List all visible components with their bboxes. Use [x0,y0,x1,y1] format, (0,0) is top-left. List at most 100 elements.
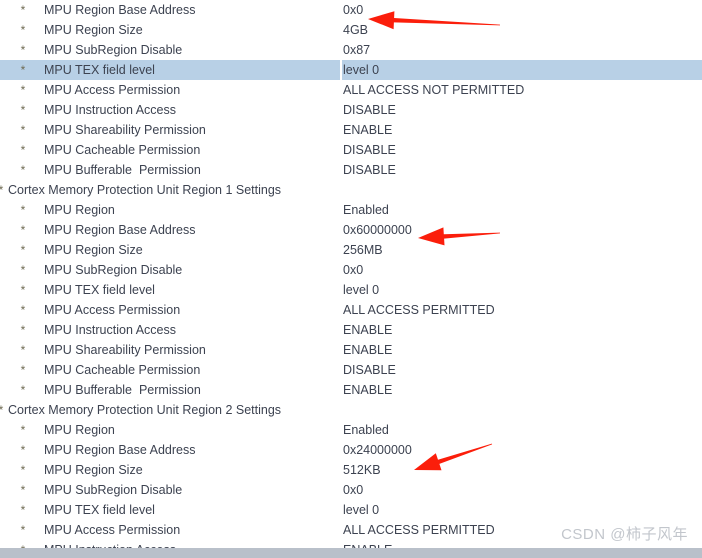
bullet-icon: * [20,63,26,77]
bullet-icon: * [20,303,26,317]
setting-label: MPU Region Base Address [44,3,196,17]
setting-value[interactable]: ENABLE [343,120,392,140]
setting-row[interactable]: * MPU SubRegion Disable 0x0 [0,260,702,280]
setting-row[interactable]: * MPU Bufferable Permission ENABLE [0,380,702,400]
setting-value[interactable]: 0x0 [343,260,363,280]
setting-value[interactable]: level 0 [343,500,379,520]
setting-label: MPU Access Permission [44,523,181,537]
setting-row[interactable]: * MPU Region Base Address 0x60000000 [0,220,702,240]
setting-row[interactable]: * MPU Region Base Address 0x24000000 [0,440,702,460]
setting-value[interactable]: 0x24000000 [343,440,412,460]
bullet-icon: * [20,143,26,157]
bullet-icon: * [20,503,26,517]
setting-value[interactable]: DISABLE [343,160,396,180]
bullet-icon: * [0,180,8,200]
setting-value[interactable]: ENABLE [343,380,392,400]
setting-value[interactable]: level 0 [343,60,379,80]
setting-value[interactable]: 0x60000000 [343,220,412,240]
setting-row[interactable]: * MPU Region Enabled [0,420,702,440]
bullet-icon: * [20,203,26,217]
bullet-icon: * [20,523,26,537]
setting-value[interactable]: DISABLE [343,100,396,120]
setting-label: MPU Instruction Access [44,323,176,337]
setting-row[interactable]: * MPU Instruction Access DISABLE [0,100,702,120]
bullet-icon: * [20,363,26,377]
setting-value[interactable]: 4GB [343,20,368,40]
setting-label: MPU Instruction Access [44,103,176,117]
setting-label: MPU SubRegion Disable [44,483,183,497]
setting-value[interactable]: ALL ACCESS NOT PERMITTED [343,80,524,100]
setting-value[interactable]: ENABLE [343,320,392,340]
setting-row[interactable]: * MPU Region Size 512KB [0,460,702,480]
bullet-icon: * [20,323,26,337]
setting-label: MPU Region Base Address [44,443,196,457]
bottom-scroll-bar[interactable] [0,548,702,558]
setting-label: MPU Region [44,423,115,437]
setting-row[interactable]: * MPU Cacheable Permission DISABLE [0,140,702,160]
setting-label: MPU Cacheable Permission [44,143,201,157]
setting-row[interactable]: * MPU SubRegion Disable 0x87 [0,40,702,60]
setting-value[interactable]: 0x0 [343,480,363,500]
setting-value[interactable]: ALL ACCESS PERMITTED [343,300,495,320]
bullet-icon: * [20,423,26,437]
setting-value[interactable]: DISABLE [343,360,396,380]
setting-row[interactable]: * MPU Region Base Address 0x0 [0,0,702,20]
setting-label: MPU SubRegion Disable [44,43,183,57]
setting-label: MPU Access Permission [44,303,181,317]
setting-value[interactable]: Enabled [343,420,389,440]
setting-value[interactable]: 0x87 [343,40,370,60]
bullet-icon: * [20,483,26,497]
setting-row[interactable]: * MPU Access Permission ALL ACCESS PERMITT… [0,300,702,320]
bullet-icon: * [20,123,26,137]
setting-row[interactable]: * MPU SubRegion Disable 0x0 [0,480,702,500]
section-header-row[interactable]: *Cortex Memory Protection Unit Region 1 … [0,180,702,200]
setting-row[interactable]: * MPU Cacheable Permission DISABLE [0,360,702,380]
setting-label: MPU SubRegion Disable [44,263,183,277]
setting-value[interactable]: 0x0 [343,0,363,20]
setting-value[interactable]: DISABLE [343,140,396,160]
bullet-icon: * [0,400,8,420]
setting-row[interactable]: * MPU Access Permission ALL ACCESS NOT PER… [0,80,702,100]
setting-label: MPU Region Base Address [44,223,196,237]
setting-row[interactable]: * MPU Region Enabled [0,200,702,220]
bullet-icon: * [20,3,26,17]
bullet-icon: * [20,283,26,297]
setting-value[interactable]: Enabled [343,200,389,220]
setting-value[interactable]: 256MB [343,240,383,260]
column-divider [340,60,342,80]
bullet-icon: * [20,263,26,277]
setting-value[interactable]: ALL ACCESS PERMITTED [343,520,495,540]
setting-row[interactable]: * MPU Instruction Access ENABLE [0,320,702,340]
setting-value[interactable]: 512KB [343,460,381,480]
setting-label: MPU Access Permission [44,83,181,97]
setting-row[interactable]: * MPU Region Size 4GB [0,20,702,40]
setting-row[interactable]: * MPU Shareability Permission ENABLE [0,340,702,360]
bullet-icon: * [20,223,26,237]
setting-label: MPU TEX field level [44,283,155,297]
setting-row[interactable]: * MPU Shareability Permission ENABLE [0,120,702,140]
setting-label: MPU Region Size [44,23,143,37]
bullet-icon: * [20,103,26,117]
setting-label: MPU TEX field level [44,63,155,77]
bullet-icon: * [20,163,26,177]
setting-row[interactable]: * MPU Bufferable Permission DISABLE [0,160,702,180]
setting-label: MPU Region [44,203,115,217]
setting-row[interactable]: * MPU TEX field level level 0 [0,280,702,300]
setting-label: MPU Shareability Permission [44,343,206,357]
section-title: Cortex Memory Protection Unit Region 2 S… [8,403,282,417]
setting-value[interactable]: level 0 [343,280,379,300]
section-header-row[interactable]: *Cortex Memory Protection Unit Region 2 … [0,400,702,420]
setting-label: MPU Region Size [44,463,143,477]
mpu-settings-screen: * MPU Region Base Address 0x0 * MPU Region S… [0,0,702,558]
csdn-watermark: CSDN @柿子风年 [561,526,688,543]
setting-row[interactable]: * MPU TEX field level level 0 [0,500,702,520]
setting-label: MPU Shareability Permission [44,123,206,137]
setting-row[interactable]: * MPU Region Size 256MB [0,240,702,260]
setting-row[interactable]: * MPU TEX field level level 0 [0,60,702,80]
mpu-settings-list[interactable]: * MPU Region Base Address 0x0 * MPU Region S… [0,0,702,558]
bullet-icon: * [20,343,26,357]
setting-label: MPU Region Size [44,243,143,257]
bullet-icon: * [20,383,26,397]
bullet-icon: * [20,463,26,477]
setting-value[interactable]: ENABLE [343,340,392,360]
